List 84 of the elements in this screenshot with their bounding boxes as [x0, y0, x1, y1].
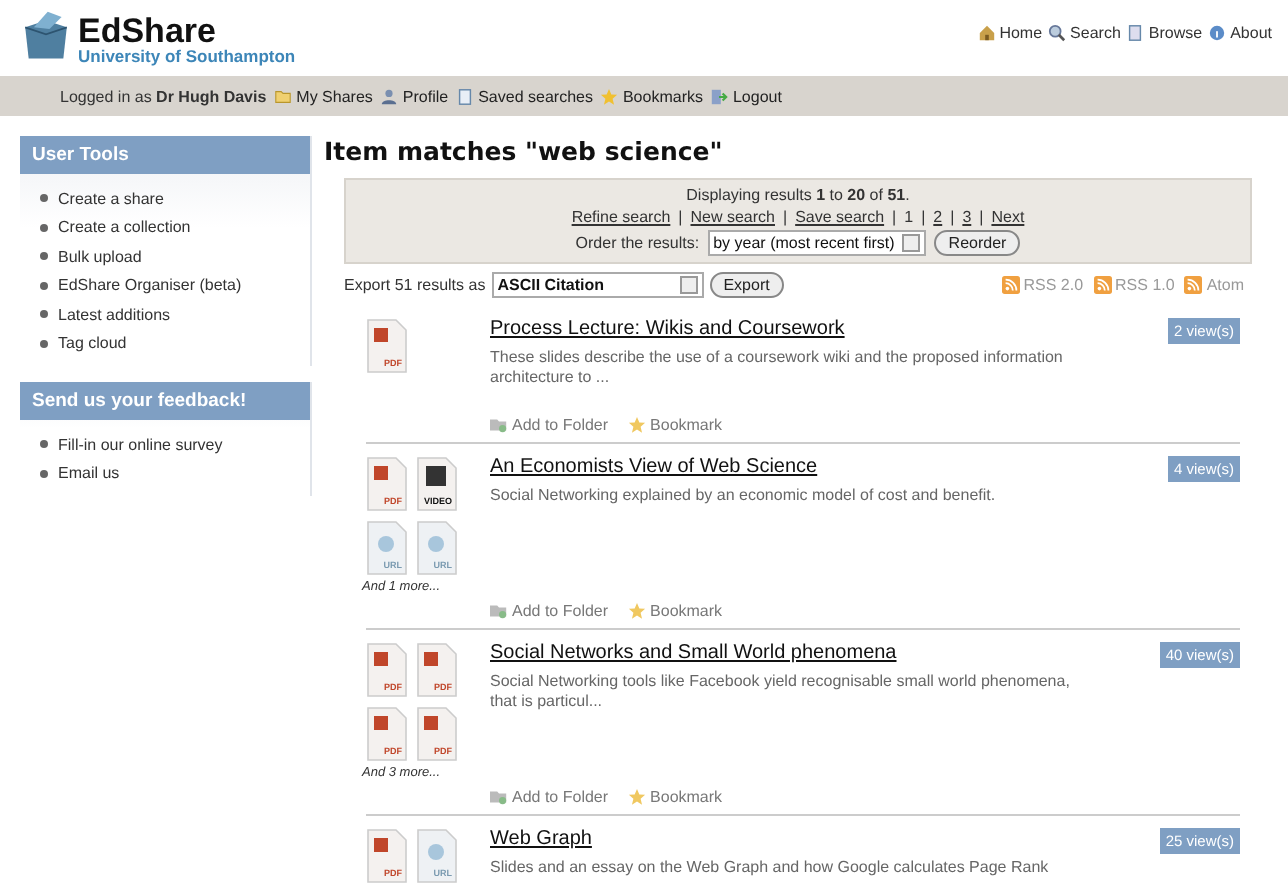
login-status: Logged in as Dr Hugh Davis: [60, 87, 267, 105]
result-description: Slides and an essay on the Web Graph and how Google calculates Page Rank: [490, 858, 1051, 879]
reorder-button[interactable]: Reorder: [934, 230, 1021, 256]
folder-icon: [490, 602, 508, 620]
separator: |: [892, 208, 897, 226]
action-link[interactable]: Add to Folder: [512, 416, 609, 434]
document-icon: [456, 87, 475, 105]
user-menu-link[interactable]: Bookmarks: [622, 87, 703, 105]
panel-header: Send us your feedback!: [20, 382, 310, 420]
box-logo-icon: [20, 8, 72, 64]
pager-link[interactable]: Refine search: [571, 208, 671, 226]
nav-link[interactable]: Search: [1070, 24, 1121, 42]
nav-link[interactable]: Home: [999, 24, 1043, 42]
sidebar-link[interactable]: Bulk upload: [58, 247, 142, 266]
pager-link[interactable]: 3: [962, 208, 972, 226]
site-logo-subtitle: University of Southampton: [78, 47, 296, 64]
action-link[interactable]: Bookmark: [650, 416, 723, 434]
result-description: Social Networking explained by an economic model of cost and benefit.: [490, 486, 998, 507]
action-link[interactable]: Bookmark: [650, 602, 723, 620]
export-label: Export 51 results as: [344, 276, 486, 294]
panel-header: User Tools: [20, 136, 310, 174]
pager-link[interactable]: New search: [690, 208, 775, 226]
bullet-icon: [40, 440, 48, 449]
document-icon: [1126, 24, 1145, 42]
action-link[interactable]: Add to Folder: [512, 788, 609, 806]
separator: |: [921, 208, 926, 226]
person-icon: [380, 87, 399, 105]
user-menu-link[interactable]: Logout: [732, 87, 782, 105]
pager-link[interactable]: Next: [991, 208, 1025, 226]
bullet-icon: [40, 281, 48, 290]
star-icon: [600, 87, 619, 105]
nav-link[interactable]: About: [1230, 24, 1272, 42]
result-title-link[interactable]: Social Networks and Small World phenomena: [490, 642, 897, 664]
folder-icon: [490, 416, 508, 434]
separator: |: [979, 208, 984, 226]
action-link[interactable]: Bookmark: [650, 788, 723, 806]
bullet-icon: [40, 339, 48, 348]
result-title-link[interactable]: An Economists View of Web Science: [490, 456, 818, 478]
sidebar-link[interactable]: Create a share: [58, 189, 164, 208]
results-summary: Displaying results 1 to 20 of 51.: [686, 186, 910, 204]
export-button[interactable]: Export: [709, 272, 784, 298]
rss-icon: [1184, 276, 1203, 294]
bullet-icon: [40, 194, 48, 203]
star-icon: [628, 602, 647, 620]
home-icon: [977, 24, 996, 42]
user-menu-link[interactable]: Saved searches: [478, 87, 593, 105]
bullet-icon: [40, 223, 48, 232]
folder-icon: [490, 788, 508, 806]
order-label: Order the results:: [575, 234, 700, 252]
sidebar-link[interactable]: Tag cloud: [58, 334, 127, 353]
search-icon: [1048, 24, 1067, 42]
action-link[interactable]: Add to Folder: [512, 602, 609, 620]
pager-link[interactable]: 2: [933, 208, 943, 226]
result-title-link[interactable]: Web Graph: [490, 828, 592, 850]
sidebar-link[interactable]: EdShare Organiser (beta): [58, 276, 242, 295]
star-icon: [628, 788, 647, 806]
current-page: 1: [904, 208, 914, 226]
page-title: Item matches "web science": [324, 136, 725, 166]
rss-icon: [1093, 276, 1112, 294]
export-format-dropdown[interactable]: ASCII Citation: [491, 272, 704, 298]
exit-icon: [710, 87, 729, 105]
sidebar-link[interactable]: Latest additions: [58, 305, 171, 324]
result-description: These slides describe the use of a coursework wiki and the proposed information architecture to ...: [490, 348, 1065, 390]
site-logo-title: EdShare: [78, 13, 218, 47]
bullet-icon: [40, 469, 48, 478]
sidebar-link[interactable]: Email us: [58, 464, 120, 483]
result-title-link[interactable]: Process Lecture: Wikis and Coursework: [490, 318, 845, 340]
nav-link[interactable]: Browse: [1148, 24, 1203, 42]
bullet-icon: [40, 310, 48, 319]
info-icon: [1208, 24, 1227, 42]
bullet-icon: [40, 252, 48, 261]
user-menu-link[interactable]: My Shares: [296, 87, 373, 105]
result-description: Social Networking tools like Facebook yield recognisable small world phenomena, that is particul...: [490, 672, 1070, 714]
sidebar-link[interactable]: Create a collection: [58, 218, 191, 237]
star-icon: [628, 416, 647, 434]
sidebar-link[interactable]: Fill-in our online survey: [58, 435, 223, 454]
pager-link[interactable]: Save search: [795, 208, 885, 226]
separator: |: [950, 208, 955, 226]
rss-icon: [1001, 276, 1020, 294]
separator: |: [678, 208, 683, 226]
separator: |: [783, 208, 788, 226]
order-dropdown[interactable]: by year (most recent first): [707, 230, 927, 256]
user-menu-link[interactable]: Profile: [402, 87, 449, 105]
folder-icon: [274, 87, 293, 105]
